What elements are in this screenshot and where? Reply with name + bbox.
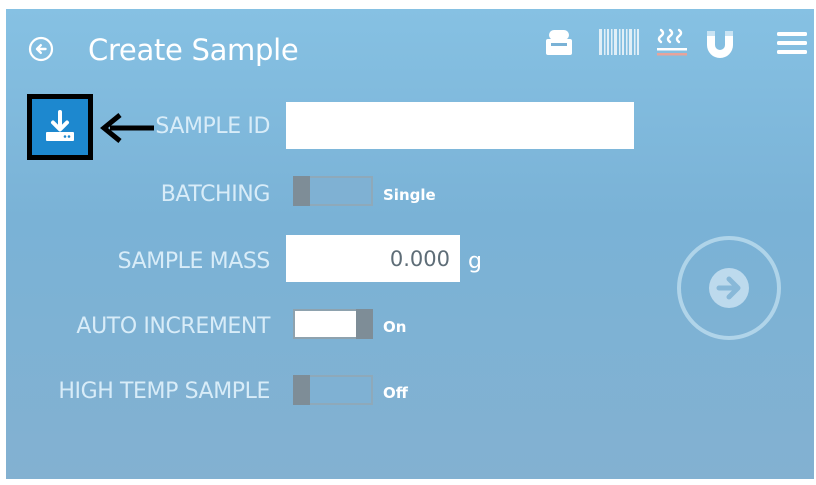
auto-increment-toggle[interactable]	[293, 309, 373, 339]
batching-toggle[interactable]	[293, 176, 373, 206]
batching-state: Single	[383, 186, 436, 204]
sample-id-input[interactable]	[286, 102, 634, 149]
auto-increment-label: AUTO INCREMENT	[76, 314, 270, 339]
printer-icon[interactable]	[539, 23, 579, 63]
next-arrow-circle-icon[interactable]	[674, 233, 784, 343]
sample-id-label: SAMPLE ID	[155, 114, 270, 139]
sample-mass-label: SAMPLE MASS	[117, 249, 271, 274]
back-arrow-circle-icon[interactable]	[28, 36, 54, 62]
import-button[interactable]	[27, 94, 93, 160]
create-sample-screen: Create Sample SAMPLE ID BATCHING Single …	[6, 9, 814, 479]
hamburger-menu-icon[interactable]	[772, 23, 812, 63]
batching-label: BATCHING	[160, 182, 271, 207]
high-temp-sample-state: Off	[383, 384, 408, 402]
sample-mass-input[interactable]	[286, 235, 460, 282]
download-import-icon	[46, 110, 74, 141]
barcode-icon[interactable]	[596, 23, 644, 63]
sample-mass-unit: g	[468, 249, 482, 274]
high-temp-sample-label: HIGH TEMP SAMPLE	[58, 379, 270, 404]
heater-icon[interactable]	[652, 23, 692, 63]
auto-increment-state: On	[383, 318, 407, 336]
page-title: Create Sample	[88, 33, 299, 67]
pointer-arrow-icon	[100, 113, 154, 143]
magnet-icon[interactable]	[700, 23, 740, 63]
high-temp-sample-toggle[interactable]	[293, 375, 373, 405]
